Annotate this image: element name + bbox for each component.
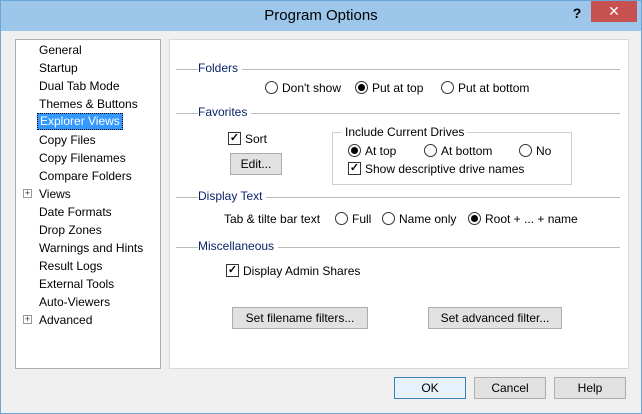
admin-shares-checkbox[interactable]: ✓ bbox=[226, 264, 239, 277]
window-title: Program Options bbox=[264, 7, 378, 24]
folders-heading: Folders bbox=[198, 61, 243, 75]
tree-item-startup[interactable]: Startup bbox=[37, 60, 80, 77]
drives-no-label: No bbox=[536, 144, 552, 158]
tree-item-general[interactable]: General bbox=[37, 42, 84, 59]
tree-item-external-tools[interactable]: External Tools bbox=[37, 276, 116, 293]
favorites-heading: Favorites bbox=[198, 105, 252, 119]
admin-shares-label: Display Admin Shares bbox=[243, 264, 361, 278]
tree-item-drop-zones[interactable]: Drop Zones bbox=[37, 222, 104, 239]
tree-item-themes-buttons[interactable]: Themes & Buttons bbox=[37, 96, 140, 113]
drives-at-top-label: At top bbox=[365, 144, 397, 158]
tab-title-bar-text-label: Tab & tilte bar text bbox=[224, 212, 321, 226]
show-drive-names-checkbox[interactable]: ✓ bbox=[348, 162, 361, 175]
options-tree[interactable]: General Startup Dual Tab Mode Themes & B… bbox=[15, 39, 161, 369]
close-icon[interactable]: ✕ bbox=[591, 1, 637, 22]
help-button[interactable]: Help bbox=[554, 377, 626, 399]
drives-group-title: Include Current Drives bbox=[342, 125, 468, 139]
drives-at-bottom-label: At bottom bbox=[441, 144, 493, 158]
folders-dont-show-label: Don't show bbox=[282, 81, 341, 95]
sort-label: Sort bbox=[245, 132, 268, 146]
drives-at-top-radio[interactable] bbox=[348, 144, 361, 157]
folders-divider bbox=[176, 69, 620, 70]
folders-put-at-top-radio[interactable] bbox=[355, 81, 368, 94]
set-advanced-filter-button[interactable]: Set advanced filter... bbox=[428, 307, 562, 329]
explorer-views-panel: Folders Don't show Put at top Put at bot… bbox=[169, 39, 629, 369]
drives-group-box bbox=[332, 132, 572, 185]
title-bar[interactable]: Program Options ? ✕ bbox=[1, 1, 641, 31]
expand-icon[interactable]: + bbox=[23, 315, 32, 324]
tree-item-compare-folders[interactable]: Compare Folders bbox=[37, 168, 134, 185]
misc-heading: Miscellaneous bbox=[198, 239, 279, 253]
program-options-window: Program Options ? ✕ General Startup Dual… bbox=[0, 0, 642, 414]
display-root-name-radio[interactable] bbox=[468, 212, 481, 225]
drives-at-bottom-radio[interactable] bbox=[424, 144, 437, 157]
display-name-only-label: Name only bbox=[399, 212, 457, 226]
tree-item-dual-tab-mode[interactable]: Dual Tab Mode bbox=[37, 78, 122, 95]
tree-item-date-formats[interactable]: Date Formats bbox=[37, 204, 114, 221]
set-filename-filters-button[interactable]: Set filename filters... bbox=[232, 307, 368, 329]
display-root-name-label: Root + ... + name bbox=[485, 212, 578, 226]
help-title-button[interactable]: ? bbox=[567, 3, 587, 23]
drives-no-radio[interactable] bbox=[519, 144, 532, 157]
display-full-radio[interactable] bbox=[335, 212, 348, 225]
tree-item-advanced[interactable]: Advanced bbox=[37, 312, 94, 329]
expand-icon[interactable]: + bbox=[23, 189, 32, 198]
tree-item-result-logs[interactable]: Result Logs bbox=[37, 258, 104, 275]
tree-item-copy-files[interactable]: Copy Files bbox=[37, 132, 98, 149]
display-name-only-radio[interactable] bbox=[382, 212, 395, 225]
folders-dont-show-radio[interactable] bbox=[265, 81, 278, 94]
ok-button[interactable]: OK bbox=[394, 377, 466, 399]
sort-checkbox[interactable]: ✓ bbox=[228, 132, 241, 145]
folders-put-at-bottom-label: Put at bottom bbox=[458, 81, 530, 95]
tree-item-auto-viewers[interactable]: Auto-Viewers bbox=[37, 294, 112, 311]
display-full-label: Full bbox=[352, 212, 372, 226]
folders-put-at-top-label: Put at top bbox=[372, 81, 424, 95]
show-drive-names-label: Show descriptive drive names bbox=[365, 162, 525, 176]
tree-item-explorer-views[interactable]: Explorer Views bbox=[37, 113, 123, 130]
tree-item-views[interactable]: Views bbox=[37, 186, 73, 203]
display-text-heading: Display Text bbox=[198, 189, 267, 203]
tree-item-copy-filenames[interactable]: Copy Filenames bbox=[37, 150, 128, 167]
tree-item-warnings-hints[interactable]: Warnings and Hints bbox=[37, 240, 145, 257]
edit-favorites-button[interactable]: Edit... bbox=[230, 153, 282, 175]
folders-put-at-bottom-radio[interactable] bbox=[441, 81, 454, 94]
cancel-button[interactable]: Cancel bbox=[474, 377, 546, 399]
